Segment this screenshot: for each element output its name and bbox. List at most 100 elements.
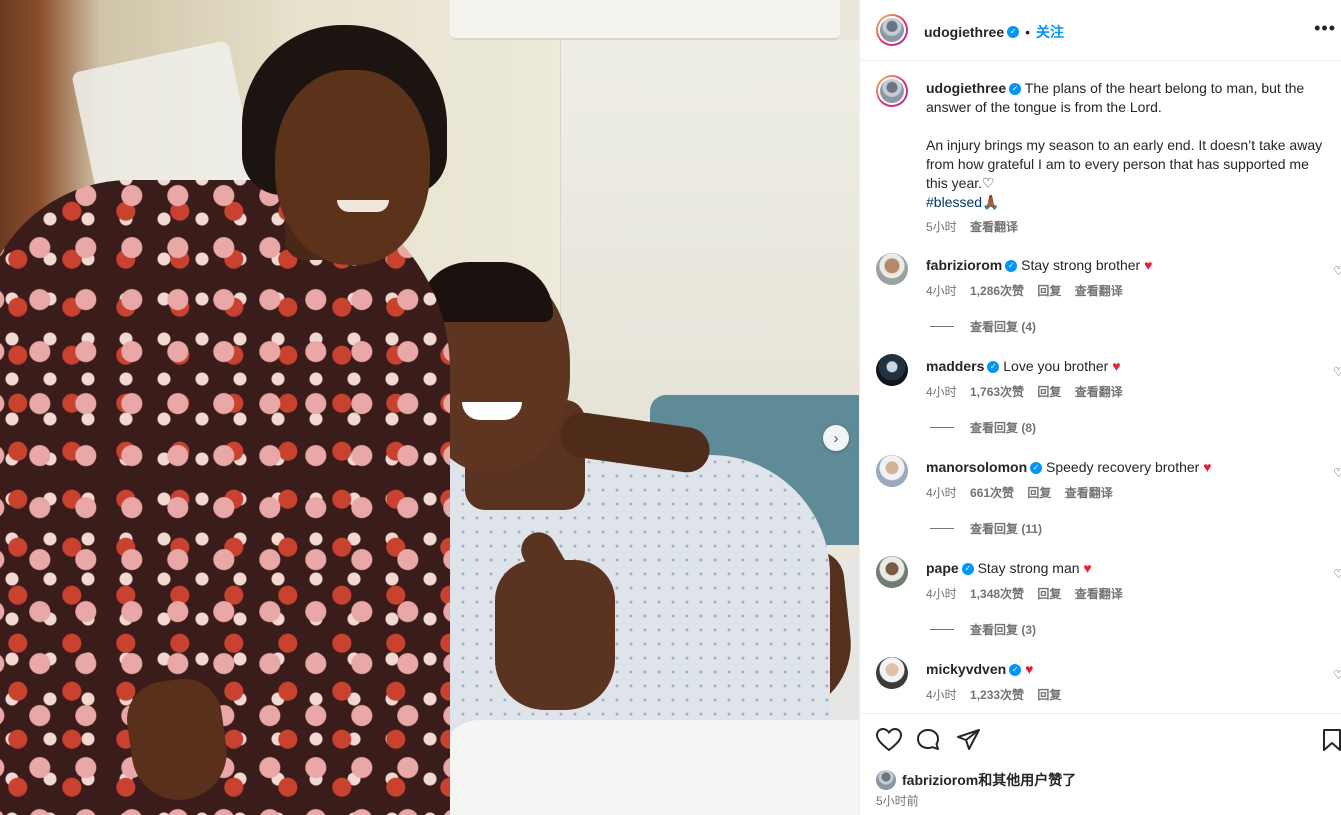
view-replies-label: 查看回复 (8) xyxy=(970,421,1037,435)
post-photo xyxy=(0,0,859,815)
like-heart-icon[interactable] xyxy=(875,727,903,759)
red-heart-emoji: ♥ xyxy=(1112,358,1121,374)
liked-by-row[interactable]: fabriziorom和其他用户赞了 xyxy=(876,770,1076,790)
translate-button[interactable]: 查看翻译 xyxy=(1075,587,1123,601)
comment-bubble-icon[interactable] xyxy=(916,728,942,759)
comment-text-row: madders ✓ Love you brother ♥ xyxy=(926,358,1316,374)
comment-text-row: mickyvdven ✓ ♥ xyxy=(926,661,1316,677)
red-heart-emoji: ♥ xyxy=(1203,459,1212,475)
translate-button[interactable]: 查看翻译 xyxy=(1075,284,1123,298)
header-username[interactable]: udogiethree xyxy=(924,24,1004,40)
translate-button[interactable]: 查看翻译 xyxy=(1075,385,1123,399)
heart-outline-icon[interactable]: ♡ xyxy=(1333,567,1341,581)
comment-likes[interactable]: 661次赞 xyxy=(970,486,1014,500)
comment-time: 4小时 xyxy=(926,688,957,702)
comment-time: 4小时 xyxy=(926,486,957,500)
comment-avatar[interactable] xyxy=(876,657,908,689)
replies-divider xyxy=(930,427,954,428)
comment-username[interactable]: manorsolomon xyxy=(926,459,1027,475)
comment-meta: 4小时 1,233次赞 回复 xyxy=(926,686,1071,703)
comment-text-row: manorsolomon ✓ Speedy recovery brother ♥ xyxy=(926,459,1316,475)
woman-smile xyxy=(337,200,389,212)
comment-text-row: fabriziorom ✓ Stay strong brother ♥ xyxy=(926,257,1316,273)
red-heart-emoji: ♥ xyxy=(1144,257,1153,273)
post-time-ago: 5小时前 xyxy=(876,794,919,808)
heart-outline-icon[interactable]: ♡ xyxy=(1333,264,1341,278)
comment-text: Love you brother xyxy=(1003,358,1109,374)
caption-time: 5小时 xyxy=(926,220,957,234)
verified-badge-icon: ✓ xyxy=(1030,462,1043,475)
view-replies-label: 查看回复 (4) xyxy=(970,320,1037,334)
man-smile xyxy=(462,402,522,420)
follow-button[interactable]: 关注 xyxy=(1036,22,1064,42)
comment-meta: 4小时 661次赞 回复 查看翻译 xyxy=(926,484,1123,501)
avatar[interactable] xyxy=(876,14,908,46)
view-replies-button[interactable]: 查看回复 (8) xyxy=(930,419,1036,436)
comment-likes[interactable]: 1,233次赞 xyxy=(970,688,1024,702)
caption-username[interactable]: udogiethree xyxy=(926,80,1006,96)
comment-meta: 4小时 1,763次赞 回复 查看翻译 xyxy=(926,383,1133,400)
reply-button[interactable]: 回复 xyxy=(1037,284,1061,298)
wall-panel xyxy=(560,40,859,420)
replies-divider xyxy=(930,629,954,630)
post-actions: fabriziorom和其他用户赞了 5小时前 xyxy=(860,713,1341,815)
caption-avatar[interactable] xyxy=(876,75,908,107)
comment-meta: 4小时 1,348次赞 回复 查看翻译 xyxy=(926,585,1133,602)
comment-text: Stay strong man xyxy=(977,560,1080,576)
caption-meta: 5小时 查看翻译 xyxy=(926,218,1326,237)
translate-button[interactable]: 查看翻译 xyxy=(1065,486,1113,500)
comment-avatar[interactable] xyxy=(876,455,908,487)
caption-translate-button[interactable]: 查看翻译 xyxy=(970,220,1018,234)
comment-time: 4小时 xyxy=(926,385,957,399)
more-horizontal-icon[interactable]: ••• xyxy=(1314,18,1336,39)
share-paper-plane-icon[interactable] xyxy=(956,728,982,759)
post-caption: udogiethree ✓ The plans of the heart belo… xyxy=(926,79,1326,237)
woman-face xyxy=(275,70,430,265)
comment-avatar[interactable] xyxy=(876,354,908,386)
comment-text-row: pape ✓ Stay strong man ♥ xyxy=(926,560,1316,576)
bookmark-icon[interactable] xyxy=(1322,728,1341,759)
comment-time: 4小时 xyxy=(926,587,957,601)
next-photo-button[interactable]: › xyxy=(823,425,849,451)
replies-divider xyxy=(930,528,954,529)
view-replies-label: 查看回复 (11) xyxy=(970,522,1043,536)
hashtag-link[interactable]: #blessed xyxy=(926,194,982,210)
reply-button[interactable]: 回复 xyxy=(1037,385,1061,399)
red-heart-emoji: ♥ xyxy=(1083,560,1092,576)
comment-username[interactable]: madders xyxy=(926,358,984,374)
replies-divider xyxy=(930,326,954,327)
red-heart-emoji: ♥ xyxy=(1025,661,1034,677)
liker-avatar xyxy=(876,770,896,790)
comments-scroll-area[interactable]: udogiethree ✓ The plans of the heart belo… xyxy=(860,61,1341,713)
verified-badge-icon: ✓ xyxy=(1005,260,1018,273)
view-replies-button[interactable]: 查看回复 (4) xyxy=(930,318,1036,335)
reply-button[interactable]: 回复 xyxy=(1027,486,1051,500)
comment-username[interactable]: mickyvdven xyxy=(926,661,1006,677)
comment-likes[interactable]: 1,348次赞 xyxy=(970,587,1024,601)
separator-dot: • xyxy=(1025,24,1031,40)
verified-badge-icon: ✓ xyxy=(1009,83,1022,96)
reply-button[interactable]: 回复 xyxy=(1037,688,1061,702)
liked-by-text: fabriziorom和其他用户赞了 xyxy=(902,772,1077,788)
heart-outline-icon[interactable]: ♡ xyxy=(1333,365,1341,379)
heart-outline-icon[interactable]: ♡ xyxy=(1333,466,1341,480)
comment-time: 4小时 xyxy=(926,284,957,298)
verified-badge-icon: ✓ xyxy=(1007,26,1020,38)
comment-username[interactable]: fabriziorom xyxy=(926,257,1002,273)
woman-floral-blouse xyxy=(0,180,450,815)
bed-sheet xyxy=(440,720,859,815)
view-replies-button[interactable]: 查看回复 (3) xyxy=(930,621,1036,638)
praying-hands-emoji: 🙏🏾 xyxy=(982,194,1000,210)
heart-outline-icon: ♡ xyxy=(982,175,995,191)
post-header: udogiethree ✓ • 关注 ••• xyxy=(860,0,1341,61)
reply-button[interactable]: 回复 xyxy=(1037,587,1061,601)
view-replies-button[interactable]: 查看回复 (11) xyxy=(930,520,1042,537)
heart-outline-icon[interactable]: ♡ xyxy=(1333,668,1341,682)
comment-avatar[interactable] xyxy=(876,253,908,285)
comment-likes[interactable]: 1,286次赞 xyxy=(970,284,1024,298)
comment-username[interactable]: pape xyxy=(926,560,959,576)
chevron-right-icon: › xyxy=(833,429,839,447)
comment-likes[interactable]: 1,763次赞 xyxy=(970,385,1024,399)
comment-text: Speedy recovery brother xyxy=(1046,459,1200,475)
comment-avatar[interactable] xyxy=(876,556,908,588)
